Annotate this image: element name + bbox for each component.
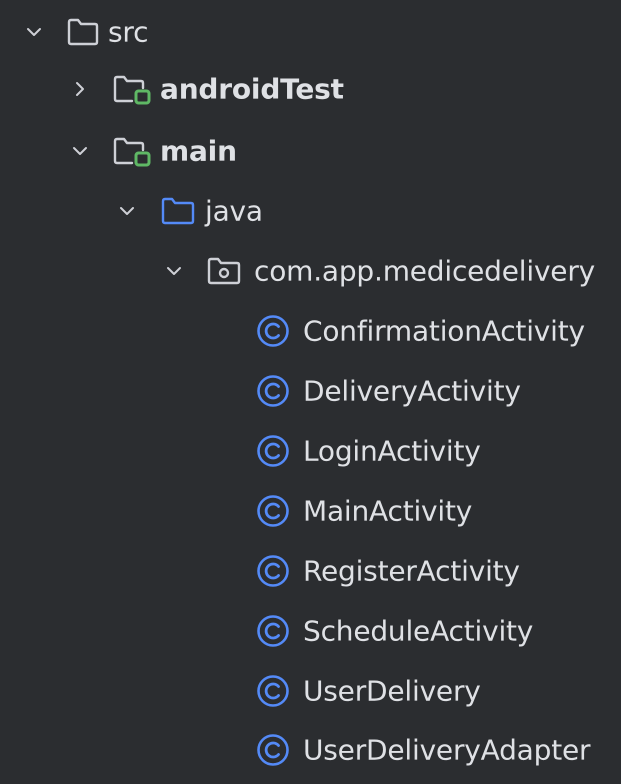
tree-node-label: com.app.medicedelivery (254, 254, 596, 288)
tree-node-label: DeliveryActivity (303, 374, 521, 408)
tree-node-label: ConfirmationActivity (303, 314, 585, 348)
tree-node-label: java (205, 194, 263, 228)
tree-node-label: LoginActivity (303, 434, 481, 468)
chevron-down-icon[interactable] (68, 139, 92, 163)
tree-node-class[interactable]: UserDeliveryAdapter (0, 720, 621, 780)
tree-node-label: androidTest (160, 72, 344, 106)
project-tree: src androidTest main java com.app.medice… (0, 0, 621, 784)
tree-node-class[interactable]: UserDelivery (0, 661, 621, 721)
class-icon (256, 614, 290, 648)
tree-node-androidtest[interactable]: androidTest (0, 59, 621, 119)
chevron-down-icon[interactable] (162, 259, 186, 283)
chevron-down-icon[interactable] (22, 20, 46, 44)
tree-node-main[interactable]: main (0, 121, 621, 181)
tree-node-class[interactable]: MainActivity (0, 481, 621, 541)
tree-node-label: ScheduleActivity (303, 614, 534, 648)
chevron-right-icon[interactable] (68, 77, 92, 101)
class-icon (256, 494, 290, 528)
class-icon (256, 554, 290, 588)
folder-icon (66, 17, 100, 47)
source-folder-icon (160, 196, 196, 226)
tree-node-package[interactable]: com.app.medicedelivery (0, 241, 621, 301)
tree-node-src[interactable]: src (0, 2, 621, 62)
tree-node-label: UserDeliveryAdapter (303, 733, 591, 767)
package-icon (206, 256, 242, 286)
class-icon (256, 434, 290, 468)
tree-node-class[interactable]: LoginActivity (0, 421, 621, 481)
tree-node-class[interactable]: ScheduleActivity (0, 601, 621, 661)
module-folder-icon (112, 74, 154, 106)
tree-node-label: RegisterActivity (303, 554, 520, 588)
tree-node-class[interactable]: RegisterActivity (0, 541, 621, 601)
tree-node-label: main (160, 134, 237, 168)
class-icon (256, 733, 290, 767)
tree-node-label: UserDelivery (303, 674, 481, 708)
class-icon (256, 314, 290, 348)
tree-node-class[interactable]: DeliveryActivity (0, 361, 621, 421)
tree-node-java[interactable]: java (0, 181, 621, 241)
tree-node-label: src (108, 15, 149, 49)
chevron-down-icon[interactable] (115, 199, 139, 223)
class-icon (256, 674, 290, 708)
tree-node-label: MainActivity (303, 494, 473, 528)
class-icon (256, 374, 290, 408)
module-folder-icon (112, 136, 154, 168)
tree-node-class[interactable]: ConfirmationActivity (0, 301, 621, 361)
